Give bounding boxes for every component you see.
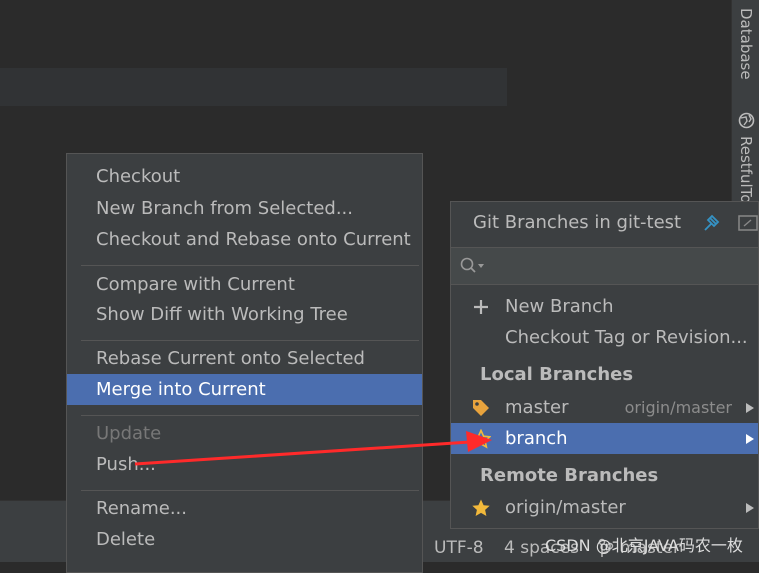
annotation-arrow (134, 431, 492, 466)
watermark: CSDN @北京JAVA码农一枚 (545, 536, 743, 555)
